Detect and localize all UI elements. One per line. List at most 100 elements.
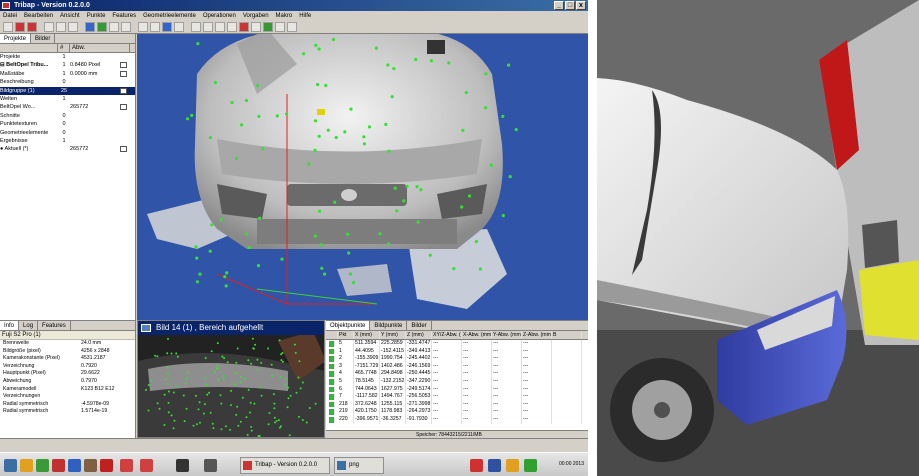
table-row[interactable]: 3 -7151.729 1402.486 -246.1569 --- --- --- --- <box>326 362 588 371</box>
new-file-icon[interactable] <box>3 22 13 32</box>
menu-bearbeiten[interactable]: Bearbeiten <box>24 11 53 21</box>
table-row[interactable]: 5 78.5145 -132.2152 -347.2290 --- --- --- --- <box>326 377 588 386</box>
tree-item[interactable]: Beschreibung 0 <box>0 78 135 86</box>
taskbar-item-png[interactable]: png <box>334 457 384 474</box>
column-header[interactable] <box>0 44 58 52</box>
cut-icon[interactable] <box>44 22 54 32</box>
menu-geometrieelemente[interactable]: Geometrieelemente <box>143 11 196 21</box>
menu-makro[interactable]: Makro <box>276 11 293 21</box>
arrow-right-icon[interactable] <box>203 22 213 32</box>
tree-item[interactable]: Schnitte 0 <box>0 112 135 120</box>
tree-item[interactable]: BeltOpel Wo... 265772 <box>0 103 135 111</box>
visibility-checkbox[interactable] <box>120 62 127 69</box>
menu-datei[interactable]: Datei <box>3 11 17 21</box>
tree-item[interactable]: ⊟ BeltOpel Tribu... 1 0.8480 Pixel <box>0 61 135 69</box>
column-header[interactable] <box>326 331 338 339</box>
image-view[interactable]: Bild 14 (1) , Bereich aufgehellt <box>137 320 325 438</box>
tree-item[interactable]: Bildgruppe (1) 25 <box>0 86 135 95</box>
taskbar-item-tribap[interactable]: Tribap - Version 0.2.0.0 <box>240 457 330 474</box>
quick-launch-icon[interactable] <box>36 459 49 472</box>
measure-icon[interactable] <box>109 22 119 32</box>
tab-bildpunkte[interactable]: Bildpunkte <box>370 321 408 330</box>
save-icon[interactable] <box>27 22 37 32</box>
quick-launch-icon[interactable] <box>84 459 97 472</box>
column-header[interactable]: B <box>552 331 582 339</box>
column-header[interactable]: Y-Abw. (mm) <box>492 331 522 339</box>
menu-hilfe[interactable]: Hilfe <box>299 11 311 21</box>
column-header[interactable]: Z (mm) <box>406 331 432 339</box>
column-header[interactable]: Z-Abw. (mm) <box>522 331 552 339</box>
table-row[interactable]: 220 -396.9571 -36.3257 -91.7930 --- --- --- --- <box>326 415 588 424</box>
maximize-button[interactable]: □ <box>565 1 575 10</box>
zoom-icon[interactable] <box>121 22 131 32</box>
tree-item[interactable]: Maßstäbe 1 0.0000 mm <box>0 70 135 78</box>
tray-icon[interactable] <box>506 459 519 472</box>
play-icon[interactable] <box>251 22 261 32</box>
arrow-up-icon[interactable] <box>215 22 225 32</box>
table-row[interactable]: 4 465.7748 294.8498 -250.4445 --- --- --- --- <box>326 370 588 378</box>
grid-icon[interactable] <box>174 22 184 32</box>
star-icon[interactable] <box>100 459 113 472</box>
visibility-checkbox[interactable] <box>120 104 127 111</box>
tray-icon[interactable] <box>524 459 537 472</box>
table-row[interactable]: 219 420.1750 1178.983 -264.2973 --- --- --- --- <box>326 408 588 416</box>
tray-icon[interactable] <box>470 459 483 472</box>
table-row[interactable]: 6 744.0643 1627.975 -249.5174 --- --- --- --- <box>326 385 588 394</box>
quick-launch-icon[interactable] <box>68 459 81 472</box>
paste-icon[interactable] <box>68 22 78 32</box>
tab-projekte[interactable]: Projekte <box>0 34 32 43</box>
column-header[interactable]: XY/Z-Abw. (mm) <box>432 331 462 339</box>
visibility-checkbox[interactable] <box>120 87 127 94</box>
pan-icon[interactable] <box>150 22 160 32</box>
tree-item[interactable]: Projekte 1 <box>0 53 135 61</box>
column-header[interactable]: X-Abw. (mm) <box>462 331 492 339</box>
table-row[interactable]: 218 372.6248 1255.115 -271.3998 --- --- --- --- <box>326 400 588 409</box>
column-header[interactable]: Abw. <box>70 44 130 52</box>
tray-icon[interactable] <box>488 459 501 472</box>
texture-icon[interactable] <box>263 22 273 32</box>
tree-item[interactable]: Geometrieelemente 0 <box>0 129 135 137</box>
quick-launch-icon[interactable] <box>20 459 33 472</box>
quick-launch-icon[interactable] <box>120 459 133 472</box>
start-icon[interactable] <box>4 459 17 472</box>
menu-ansicht[interactable]: Ansicht <box>60 11 80 21</box>
column-header[interactable]: Y (mm) <box>380 331 406 339</box>
rotate-icon[interactable] <box>138 22 148 32</box>
table-row[interactable]: 7 -1117.582 1494.767 -256.5053 --- --- --- --- <box>326 393 588 401</box>
tree-item[interactable]: Ergebnisse 1 <box>0 137 135 145</box>
column-header[interactable]: Pkt <box>338 331 354 339</box>
view-icon[interactable] <box>162 22 172 32</box>
arrow-down-icon[interactable] <box>227 22 237 32</box>
points-icon[interactable] <box>97 22 107 32</box>
menu-vorgaben[interactable]: Vorgaben <box>243 11 269 21</box>
quick-launch-icon[interactable] <box>52 459 65 472</box>
column-header[interactable]: X (mm) <box>354 331 380 339</box>
quick-launch-icon[interactable] <box>176 459 189 472</box>
visibility-checkbox[interactable] <box>120 146 127 153</box>
close-button[interactable]: x <box>576 1 586 10</box>
tree-item[interactable]: Welten 1 <box>0 95 135 103</box>
minimize-button[interactable]: _ <box>554 1 564 10</box>
3d-viewport[interactable] <box>137 34 588 320</box>
menu-operationen[interactable]: Operationen <box>203 11 236 21</box>
quick-launch-icon[interactable] <box>140 459 153 472</box>
camera-icon[interactable] <box>85 22 95 32</box>
table-row[interactable]: 2 -155.3909 1990.754 -245.4402 --- --- --- --- <box>326 355 588 363</box>
stop-icon[interactable] <box>239 22 249 32</box>
tree-item[interactable]: Punktetexturen 0 <box>0 120 135 128</box>
mesh-icon[interactable] <box>275 22 285 32</box>
tab-bilder[interactable]: Bilder <box>407 321 432 330</box>
open-icon[interactable] <box>15 22 25 32</box>
column-header[interactable]: # <box>58 44 70 52</box>
tab-objektpunkte[interactable]: Objektpunkte <box>326 321 371 330</box>
tab-features[interactable]: Features <box>38 321 71 330</box>
table-row[interactable]: 1 44.4095 -152.4115 -349.4413 --- --- --- --- <box>326 347 588 356</box>
copy-icon[interactable] <box>56 22 66 32</box>
table-row[interactable]: 5 511.3594 225.2859 -331.4747 --- --- --- --- <box>326 340 588 348</box>
tree-item[interactable]: ● Aktuell (*) 265772 <box>0 145 135 153</box>
menu-punkte[interactable]: Punkte <box>87 11 106 21</box>
visibility-checkbox[interactable] <box>120 70 127 77</box>
tab-info[interactable]: Info <box>0 321 20 330</box>
quick-launch-icon[interactable] <box>204 459 217 472</box>
tab-log[interactable]: Log <box>19 321 39 330</box>
